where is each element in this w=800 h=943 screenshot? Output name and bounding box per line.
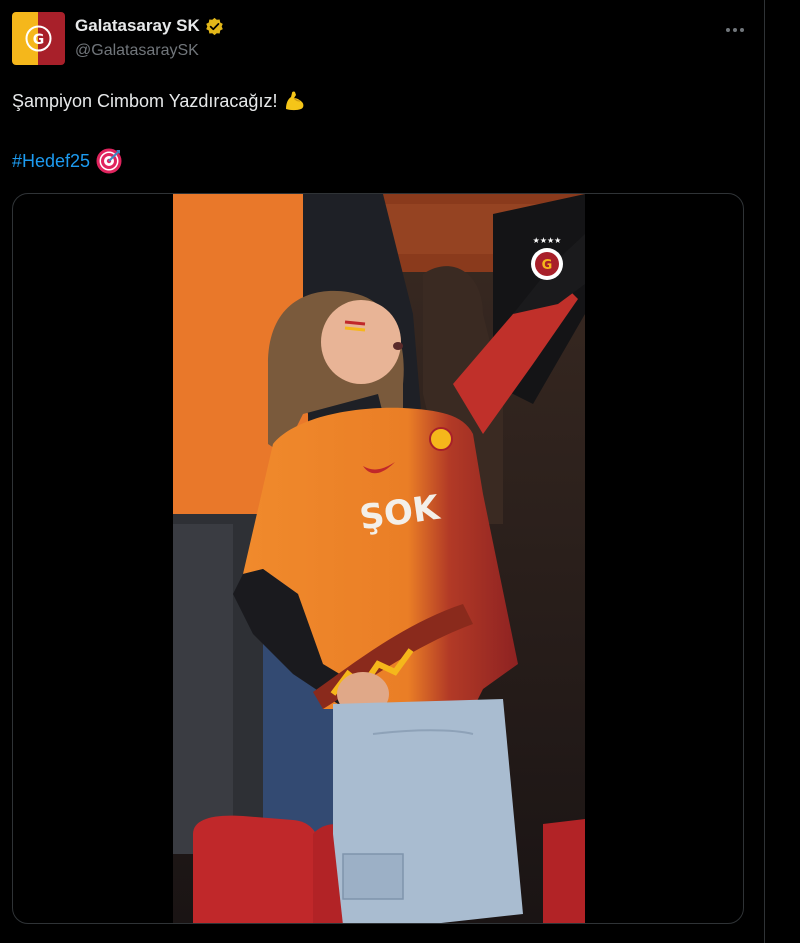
tweet-header: G Galatasaray SK @GalatasaraySK [12, 12, 752, 68]
tweet-body: Şampiyon Cimbom Yazdıracağız! [12, 91, 278, 111]
direct-hit-target-icon [96, 148, 122, 174]
galatasaray-logo-icon: G [12, 12, 65, 65]
display-name[interactable]: Galatasaray SK [75, 16, 200, 36]
handle[interactable]: @GalatasaraySK [75, 42, 199, 60]
video-frame: ŞOK G ★★★★ [173, 194, 585, 923]
timeline-divider [764, 0, 765, 943]
more-button[interactable] [718, 18, 752, 42]
svg-text:★★★★: ★★★★ [533, 236, 562, 245]
flexed-biceps-icon [286, 91, 304, 111]
svg-text:G: G [33, 32, 45, 48]
svg-text:G: G [542, 258, 553, 273]
media-container[interactable]: ŞOK G ★★★★ [12, 193, 744, 924]
avatar[interactable]: G [12, 12, 65, 65]
hashtag-link[interactable]: #Hedef25 [12, 148, 90, 174]
hashtag-line: #Hedef25 [12, 148, 122, 174]
galatasaray-crest-watermark: G ★★★★ [531, 236, 563, 280]
name-row: Galatasaray SK [75, 16, 224, 36]
verified-badge-icon [205, 17, 223, 35]
video-player[interactable]: ŞOK G ★★★★ [173, 194, 585, 923]
tweet-text: Şampiyon Cimbom Yazdıracağız! [12, 88, 307, 114]
more-horizontal-icon [726, 28, 744, 32]
